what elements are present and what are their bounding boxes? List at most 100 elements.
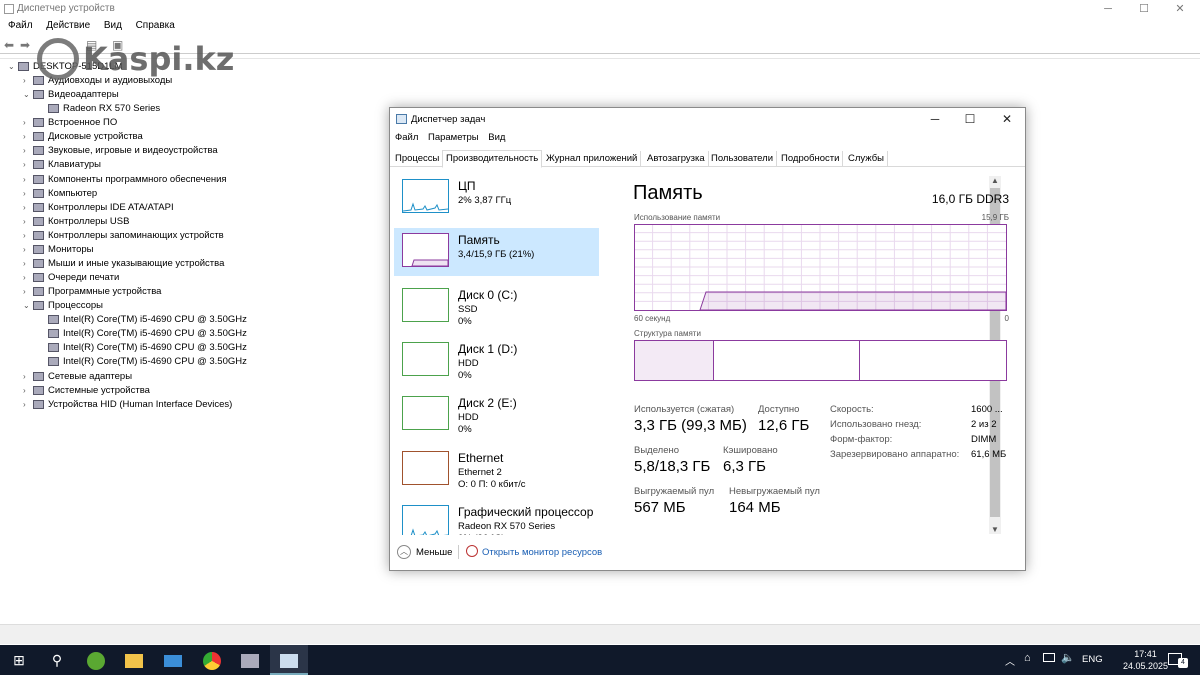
start-windows-icon[interactable]: ⊞ bbox=[0, 645, 38, 675]
device-tree-item[interactable]: ⌄ Видеоадаптеры bbox=[23, 89, 119, 103]
resource-item[interactable]: Диск 0 (C:) SSD 0% bbox=[394, 283, 599, 331]
tm-menu-options[interactable]: Параметры bbox=[428, 132, 479, 143]
clock-date: 24.05.2025 bbox=[1122, 661, 1168, 671]
utorrent-icon[interactable] bbox=[77, 645, 115, 675]
chevron-right-icon[interactable]: › bbox=[23, 189, 33, 198]
open-resource-monitor-link[interactable]: Открыть монитор ресурсов bbox=[482, 547, 602, 558]
device-tree-item[interactable]: › Звуковые, игровые и видеоустройства bbox=[23, 145, 218, 159]
tab-services[interactable]: Службы bbox=[845, 151, 888, 167]
resource-item[interactable]: ЦП 2% 3,87 ГГц bbox=[394, 174, 599, 222]
device-tree-item[interactable]: › Компьютер bbox=[23, 188, 97, 202]
tm-menu-file[interactable]: Файл bbox=[395, 132, 418, 143]
menu-help[interactable]: Справка bbox=[136, 20, 175, 31]
chevron-right-icon[interactable]: › bbox=[23, 118, 33, 127]
chevron-up-icon[interactable]: ︿ bbox=[397, 545, 411, 559]
tab-performance[interactable]: Производительность bbox=[442, 150, 543, 168]
chevron-right-icon[interactable]: › bbox=[23, 146, 33, 155]
device-tree-item[interactable]: › Встроенное ПО bbox=[23, 117, 117, 131]
network-icon[interactable] bbox=[1043, 653, 1055, 662]
tab-app-history[interactable]: Журнал приложений bbox=[543, 151, 642, 167]
chevron-down-icon[interactable]: ⌄ bbox=[23, 90, 33, 99]
chevron-right-icon[interactable]: › bbox=[23, 273, 33, 282]
chevron-right-icon[interactable]: › bbox=[23, 217, 33, 226]
chevron-right-icon[interactable]: › bbox=[23, 372, 33, 381]
device-manager-taskbar-icon[interactable] bbox=[231, 645, 269, 675]
chevron-right-icon[interactable]: › bbox=[23, 175, 33, 184]
device-tree-item[interactable]: Intel(R) Core(TM) i5-4690 CPU @ 3.50GHz bbox=[38, 342, 247, 356]
device-tree-item[interactable]: Intel(R) Core(TM) i5-4690 CPU @ 3.50GHz bbox=[38, 314, 247, 328]
network-app-icon[interactable] bbox=[154, 645, 192, 675]
resource-monitor-icon[interactable] bbox=[466, 545, 478, 557]
device-category-icon bbox=[18, 61, 29, 71]
device-tree-item[interactable]: › Компоненты программного обеспечения bbox=[23, 174, 227, 188]
device-tree-item[interactable]: Intel(R) Core(TM) i5-4690 CPU @ 3.50GHz bbox=[38, 356, 247, 370]
fewer-details-link[interactable]: Меньше bbox=[416, 547, 452, 558]
chrome-icon[interactable] bbox=[193, 645, 231, 675]
file-explorer-icon[interactable] bbox=[115, 645, 153, 675]
resource-item[interactable]: Графический процессор Radeon RX 570 Serie… bbox=[394, 500, 599, 535]
chevron-down-icon[interactable]: ⌄ bbox=[23, 301, 33, 310]
resource-item[interactable]: Диск 2 (E:) HDD 0% bbox=[394, 391, 599, 439]
chevron-right-icon[interactable]: › bbox=[23, 259, 33, 268]
minimize-button[interactable]: ─ bbox=[1090, 0, 1126, 19]
chevron-down-icon[interactable]: ⌄ bbox=[8, 62, 18, 71]
device-tree-item[interactable]: › Программные устройства bbox=[23, 286, 161, 300]
chevron-right-icon[interactable]: › bbox=[23, 76, 33, 85]
menu-action[interactable]: Действие bbox=[46, 20, 90, 31]
chevron-right-icon[interactable]: › bbox=[23, 386, 33, 395]
resource-item[interactable]: Память 3,4/15,9 ГБ (21%) bbox=[394, 228, 599, 277]
tab-processes[interactable]: Процессы bbox=[392, 151, 444, 167]
menu-file[interactable]: Файл bbox=[8, 20, 33, 31]
device-tree-item[interactable]: Intel(R) Core(TM) i5-4690 CPU @ 3.50GHz bbox=[38, 328, 247, 342]
menu-view[interactable]: Вид bbox=[104, 20, 122, 31]
task-manager-taskbar-icon[interactable] bbox=[270, 645, 308, 675]
chevron-up-tray-icon[interactable]: ︿ bbox=[1005, 653, 1015, 668]
device-tree-item[interactable]: › Сетевые адаптеры bbox=[23, 371, 132, 385]
volume-icon[interactable]: 🔈 bbox=[1061, 651, 1075, 664]
device-tree-item[interactable]: › Системные устройства bbox=[23, 385, 150, 399]
tm-maximize-button[interactable]: ☐ bbox=[952, 110, 988, 128]
chevron-right-icon[interactable]: › bbox=[23, 231, 33, 240]
tm-minimize-button[interactable]: ─ bbox=[917, 110, 953, 128]
chevron-right-icon[interactable]: › bbox=[23, 287, 33, 296]
tab-users[interactable]: Пользователи bbox=[708, 151, 778, 167]
search-icon[interactable]: ⚲ bbox=[38, 645, 76, 675]
chevron-right-icon[interactable]: › bbox=[23, 160, 33, 169]
resource-thumbnail-graph bbox=[402, 233, 449, 268]
resource-usage: 0% (36 °C) bbox=[458, 533, 505, 535]
device-tree-item[interactable]: › Контроллеры USB bbox=[23, 216, 129, 230]
device-tree-item[interactable]: Radeon RX 570 Series bbox=[38, 103, 160, 117]
resource-usage: 0% bbox=[458, 424, 472, 436]
language-indicator[interactable]: ENG bbox=[1082, 654, 1103, 665]
device-tree-item[interactable]: › Клавиатуры bbox=[23, 159, 101, 173]
device-tree-item[interactable]: › Контроллеры IDE ATA/ATAPI bbox=[23, 202, 174, 216]
device-tree-item[interactable]: › Контроллеры запоминающих устройств bbox=[23, 230, 224, 244]
tm-menu-view[interactable]: Вид bbox=[488, 132, 505, 143]
device-tree-item[interactable]: › Очереди печати bbox=[23, 272, 119, 286]
device-tree-item[interactable]: › Устройства HID (Human Interface Devices… bbox=[23, 399, 232, 413]
resource-detail: HDD bbox=[458, 357, 479, 369]
device-tree-item[interactable]: › Дисковые устройства bbox=[23, 131, 143, 145]
notification-count-badge: 4 bbox=[1178, 658, 1188, 668]
chevron-right-icon[interactable]: › bbox=[23, 400, 33, 409]
forward-arrow-icon[interactable]: ➡ bbox=[20, 38, 30, 52]
resource-item[interactable]: Диск 1 (D:) HDD 0% bbox=[394, 337, 599, 385]
resource-item[interactable]: Ethernet Ethernet 2 О: 0 П: 0 кбит/с bbox=[394, 446, 599, 494]
device-tree-item[interactable]: › Мониторы bbox=[23, 244, 94, 258]
device-category-icon bbox=[33, 371, 44, 381]
clock[interactable]: 17:41 24.05.2025 bbox=[1123, 648, 1168, 672]
back-arrow-icon[interactable]: ⬅ bbox=[4, 38, 14, 52]
device-tree-item[interactable]: ⌄ Процессоры bbox=[23, 300, 103, 314]
tab-startup[interactable]: Автозагрузка bbox=[644, 151, 709, 167]
task-manager-menubar: Файл Параметры Вид bbox=[390, 132, 507, 147]
chevron-right-icon[interactable]: › bbox=[23, 132, 33, 141]
people-icon[interactable]: ⌂ bbox=[1024, 652, 1031, 664]
chevron-right-icon[interactable]: › bbox=[23, 245, 33, 254]
maximize-button[interactable]: ☐ bbox=[1126, 0, 1162, 19]
close-button[interactable]: ✕ bbox=[1162, 0, 1198, 19]
device-category-icon bbox=[33, 244, 44, 254]
tab-details[interactable]: Подробности bbox=[778, 151, 844, 167]
tm-close-button[interactable]: ✕ bbox=[989, 110, 1025, 128]
chevron-right-icon[interactable]: › bbox=[23, 203, 33, 212]
device-tree-item[interactable]: › Мыши и иные указывающие устройства bbox=[23, 258, 224, 272]
